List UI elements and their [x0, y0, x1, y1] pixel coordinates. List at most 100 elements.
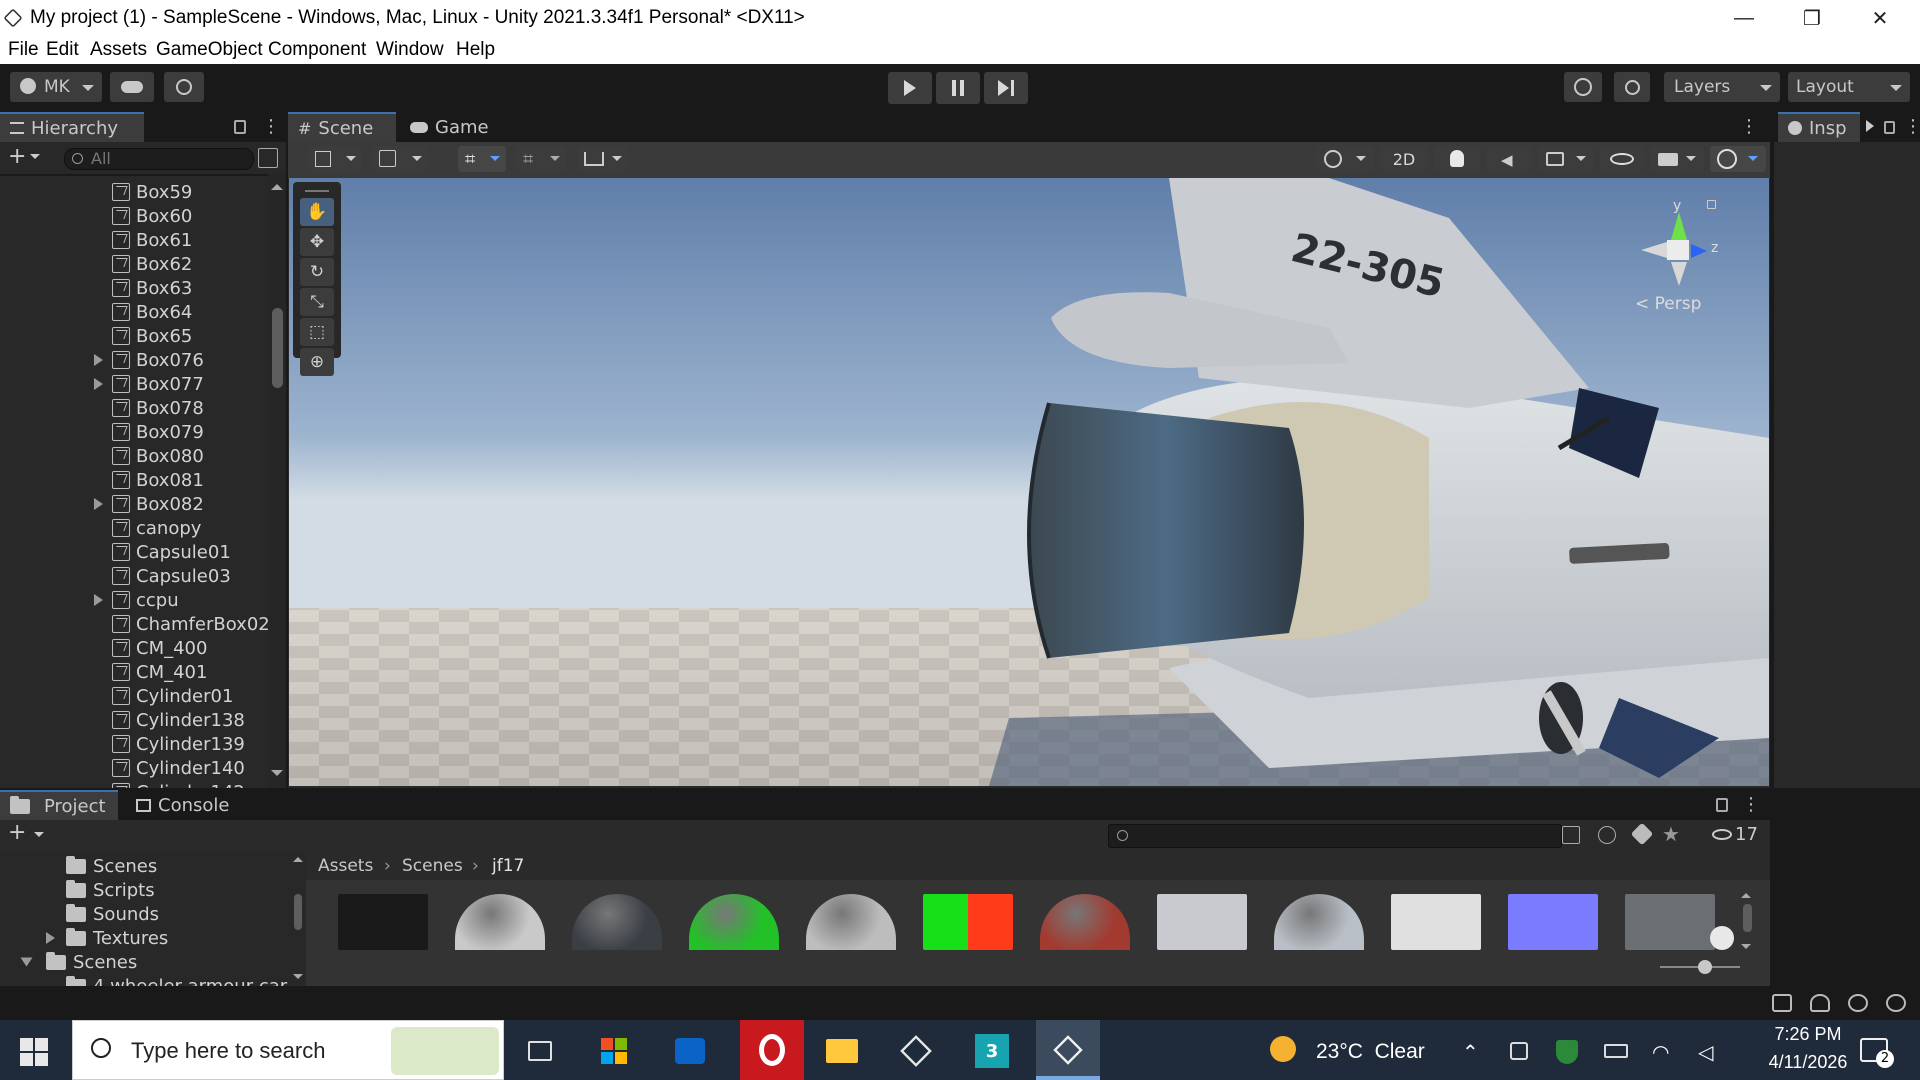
hierarchy-item[interactable]: Box077 [0, 372, 204, 396]
hidden-packages-toggle[interactable]: 17 [1712, 824, 1758, 845]
gizmo-lock-icon[interactable] [1707, 200, 1716, 209]
hierarchy-item[interactable]: Box62 [0, 252, 192, 276]
search-options-icon[interactable] [258, 148, 278, 168]
scale-tool-button[interactable]: ⤡ [300, 288, 334, 316]
add-icon[interactable]: + [8, 820, 26, 845]
orientation-gizmo[interactable]: y z < Persp [1619, 198, 1759, 314]
menu-edit[interactable]: Edit [46, 39, 79, 61]
lock-icon[interactable] [234, 120, 246, 134]
taskbar-search-input[interactable]: Type here to search [72, 1020, 504, 1080]
microsoft-store-button[interactable] [588, 1026, 640, 1076]
hierarchy-item[interactable]: Box080 [0, 444, 204, 468]
kebab-menu-icon[interactable]: ⋮ [1740, 116, 1758, 137]
favorite-star-icon[interactable]: ★ [1662, 822, 1680, 846]
asset-thumbnail[interactable] [1274, 894, 1364, 950]
effects-dropdown[interactable] [1538, 146, 1594, 172]
unity-editor-button[interactable] [1036, 1020, 1100, 1080]
asset-thumbnail[interactable] [1508, 894, 1598, 950]
asset-scrollbar[interactable] [1740, 888, 1754, 954]
expand-arrow-icon[interactable] [94, 354, 103, 366]
tab-inspector[interactable]: Insp [1778, 112, 1860, 142]
step-button[interactable] [984, 72, 1028, 104]
grid-snap-toggle[interactable]: ⌗ [458, 146, 506, 172]
asset-scroll-thumb[interactable] [1743, 904, 1752, 932]
shading-mode-dropdown[interactable] [1316, 146, 1374, 172]
menu-file[interactable]: File [8, 39, 39, 61]
hierarchy-item[interactable]: Box64 [0, 300, 192, 324]
hand-tool-button[interactable]: ✋ [300, 198, 334, 226]
weather-moon-icon[interactable] [1270, 1036, 1296, 1062]
restore-button[interactable]: ❐ [1778, 0, 1846, 36]
audio-toggle[interactable]: ◀ [1486, 146, 1532, 172]
outlook-button[interactable] [664, 1026, 716, 1076]
scroll-down-icon[interactable] [293, 974, 303, 984]
hierarchy-item[interactable]: CM_401 [0, 660, 207, 684]
hierarchy-item[interactable]: Cylinder139 [0, 732, 245, 756]
rect-tool-button[interactable]: ⬚ [300, 318, 334, 346]
hierarchy-item[interactable]: Cylinder142 [0, 780, 245, 788]
hierarchy-item[interactable]: canopy [0, 516, 201, 540]
ruler-toggle[interactable] [578, 146, 628, 172]
move-tool-button[interactable]: ✥ [300, 228, 334, 256]
asset-thumbnail[interactable] [806, 894, 896, 950]
hierarchy-item[interactable]: Cylinder138 [0, 708, 245, 732]
increment-snap-toggle[interactable]: ⌗ [516, 146, 566, 172]
hierarchy-item[interactable]: Box082 [0, 492, 204, 516]
hierarchy-item[interactable]: Box079 [0, 420, 204, 444]
gizmo-neg-y-axis[interactable] [1671, 262, 1687, 286]
hierarchy-item[interactable]: Cylinder140 [0, 756, 245, 780]
hierarchy-item[interactable]: Box59 [0, 180, 192, 204]
debug-icon[interactable] [1772, 994, 1792, 1012]
hierarchy-item[interactable]: CM_400 [0, 636, 207, 660]
history-button[interactable] [1564, 72, 1602, 102]
file-explorer-button[interactable] [816, 1026, 868, 1076]
scroll-down-icon[interactable] [271, 770, 283, 782]
breadcrumb-assets[interactable]: Assets [318, 856, 373, 876]
asset-thumbnail[interactable] [572, 894, 662, 950]
breadcrumb-scenes[interactable]: Scenes [402, 856, 463, 876]
hierarchy-item[interactable]: ChamferBox02 [0, 612, 268, 636]
add-icon[interactable]: + [8, 144, 26, 169]
menu-component[interactable]: Component [268, 39, 366, 61]
project-folder-item[interactable]: Scenes [20, 950, 137, 974]
hierarchy-item[interactable]: Box63 [0, 276, 192, 300]
collapse-arrow-icon[interactable] [20, 957, 33, 967]
notifications-button[interactable]: 2 [1860, 1038, 1894, 1068]
pause-button[interactable] [936, 72, 980, 104]
task-view-button[interactable] [514, 1026, 566, 1076]
project-folder-item[interactable]: Textures [46, 926, 168, 950]
close-button[interactable]: ✕ [1846, 0, 1914, 36]
gizmo-z-axis[interactable] [1691, 244, 1707, 258]
tree-scrollbar[interactable] [292, 852, 304, 986]
tab-game[interactable]: Game [400, 112, 500, 142]
menu-gameobject[interactable]: GameObject [156, 39, 263, 61]
hierarchy-item[interactable]: Box076 [0, 348, 204, 372]
gizmos-dropdown[interactable] [1710, 146, 1766, 172]
render-mode-dropdown[interactable] [372, 146, 428, 172]
hierarchy-item[interactable]: Cylinder01 [0, 684, 233, 708]
asset-thumbnail[interactable] [1040, 894, 1130, 950]
2d-toggle[interactable]: 2D [1380, 146, 1428, 172]
scene-viewport[interactable]: 22-305 ✋ ✥ ↻ ⤡ ⬚ ⊕ y z < Persp [289, 178, 1769, 786]
asset-thumbnail[interactable] [689, 894, 779, 950]
tab-hierarchy[interactable]: Hierarchy [0, 112, 144, 142]
wifi-icon[interactable]: ◠ [1652, 1040, 1669, 1064]
drag-handle-icon[interactable] [305, 190, 329, 192]
breadcrumb-jf17[interactable]: jf17 [492, 856, 524, 876]
gizmo-center[interactable] [1667, 240, 1689, 260]
cloud-button[interactable] [110, 72, 154, 102]
hierarchy-item[interactable]: ccpu [0, 588, 179, 612]
label-tag-icon[interactable] [1630, 822, 1654, 846]
tab-scene[interactable]: # Scene [288, 112, 396, 142]
hierarchy-scroll-thumb[interactable] [272, 308, 283, 388]
lighting-toggle[interactable] [1434, 146, 1480, 172]
tree-scroll-thumb[interactable] [294, 894, 302, 930]
preview-play-icon[interactable] [1710, 926, 1734, 950]
asset-thumbnail[interactable] [1625, 894, 1715, 950]
project-folder-item[interactable]: Scenes [66, 854, 157, 878]
hierarchy-scrollbar[interactable] [268, 174, 286, 788]
tray-device-icon[interactable] [1510, 1042, 1528, 1060]
expand-arrow-icon[interactable] [94, 378, 103, 390]
hierarchy-item[interactable]: Box60 [0, 204, 192, 228]
play-button[interactable] [888, 72, 932, 104]
